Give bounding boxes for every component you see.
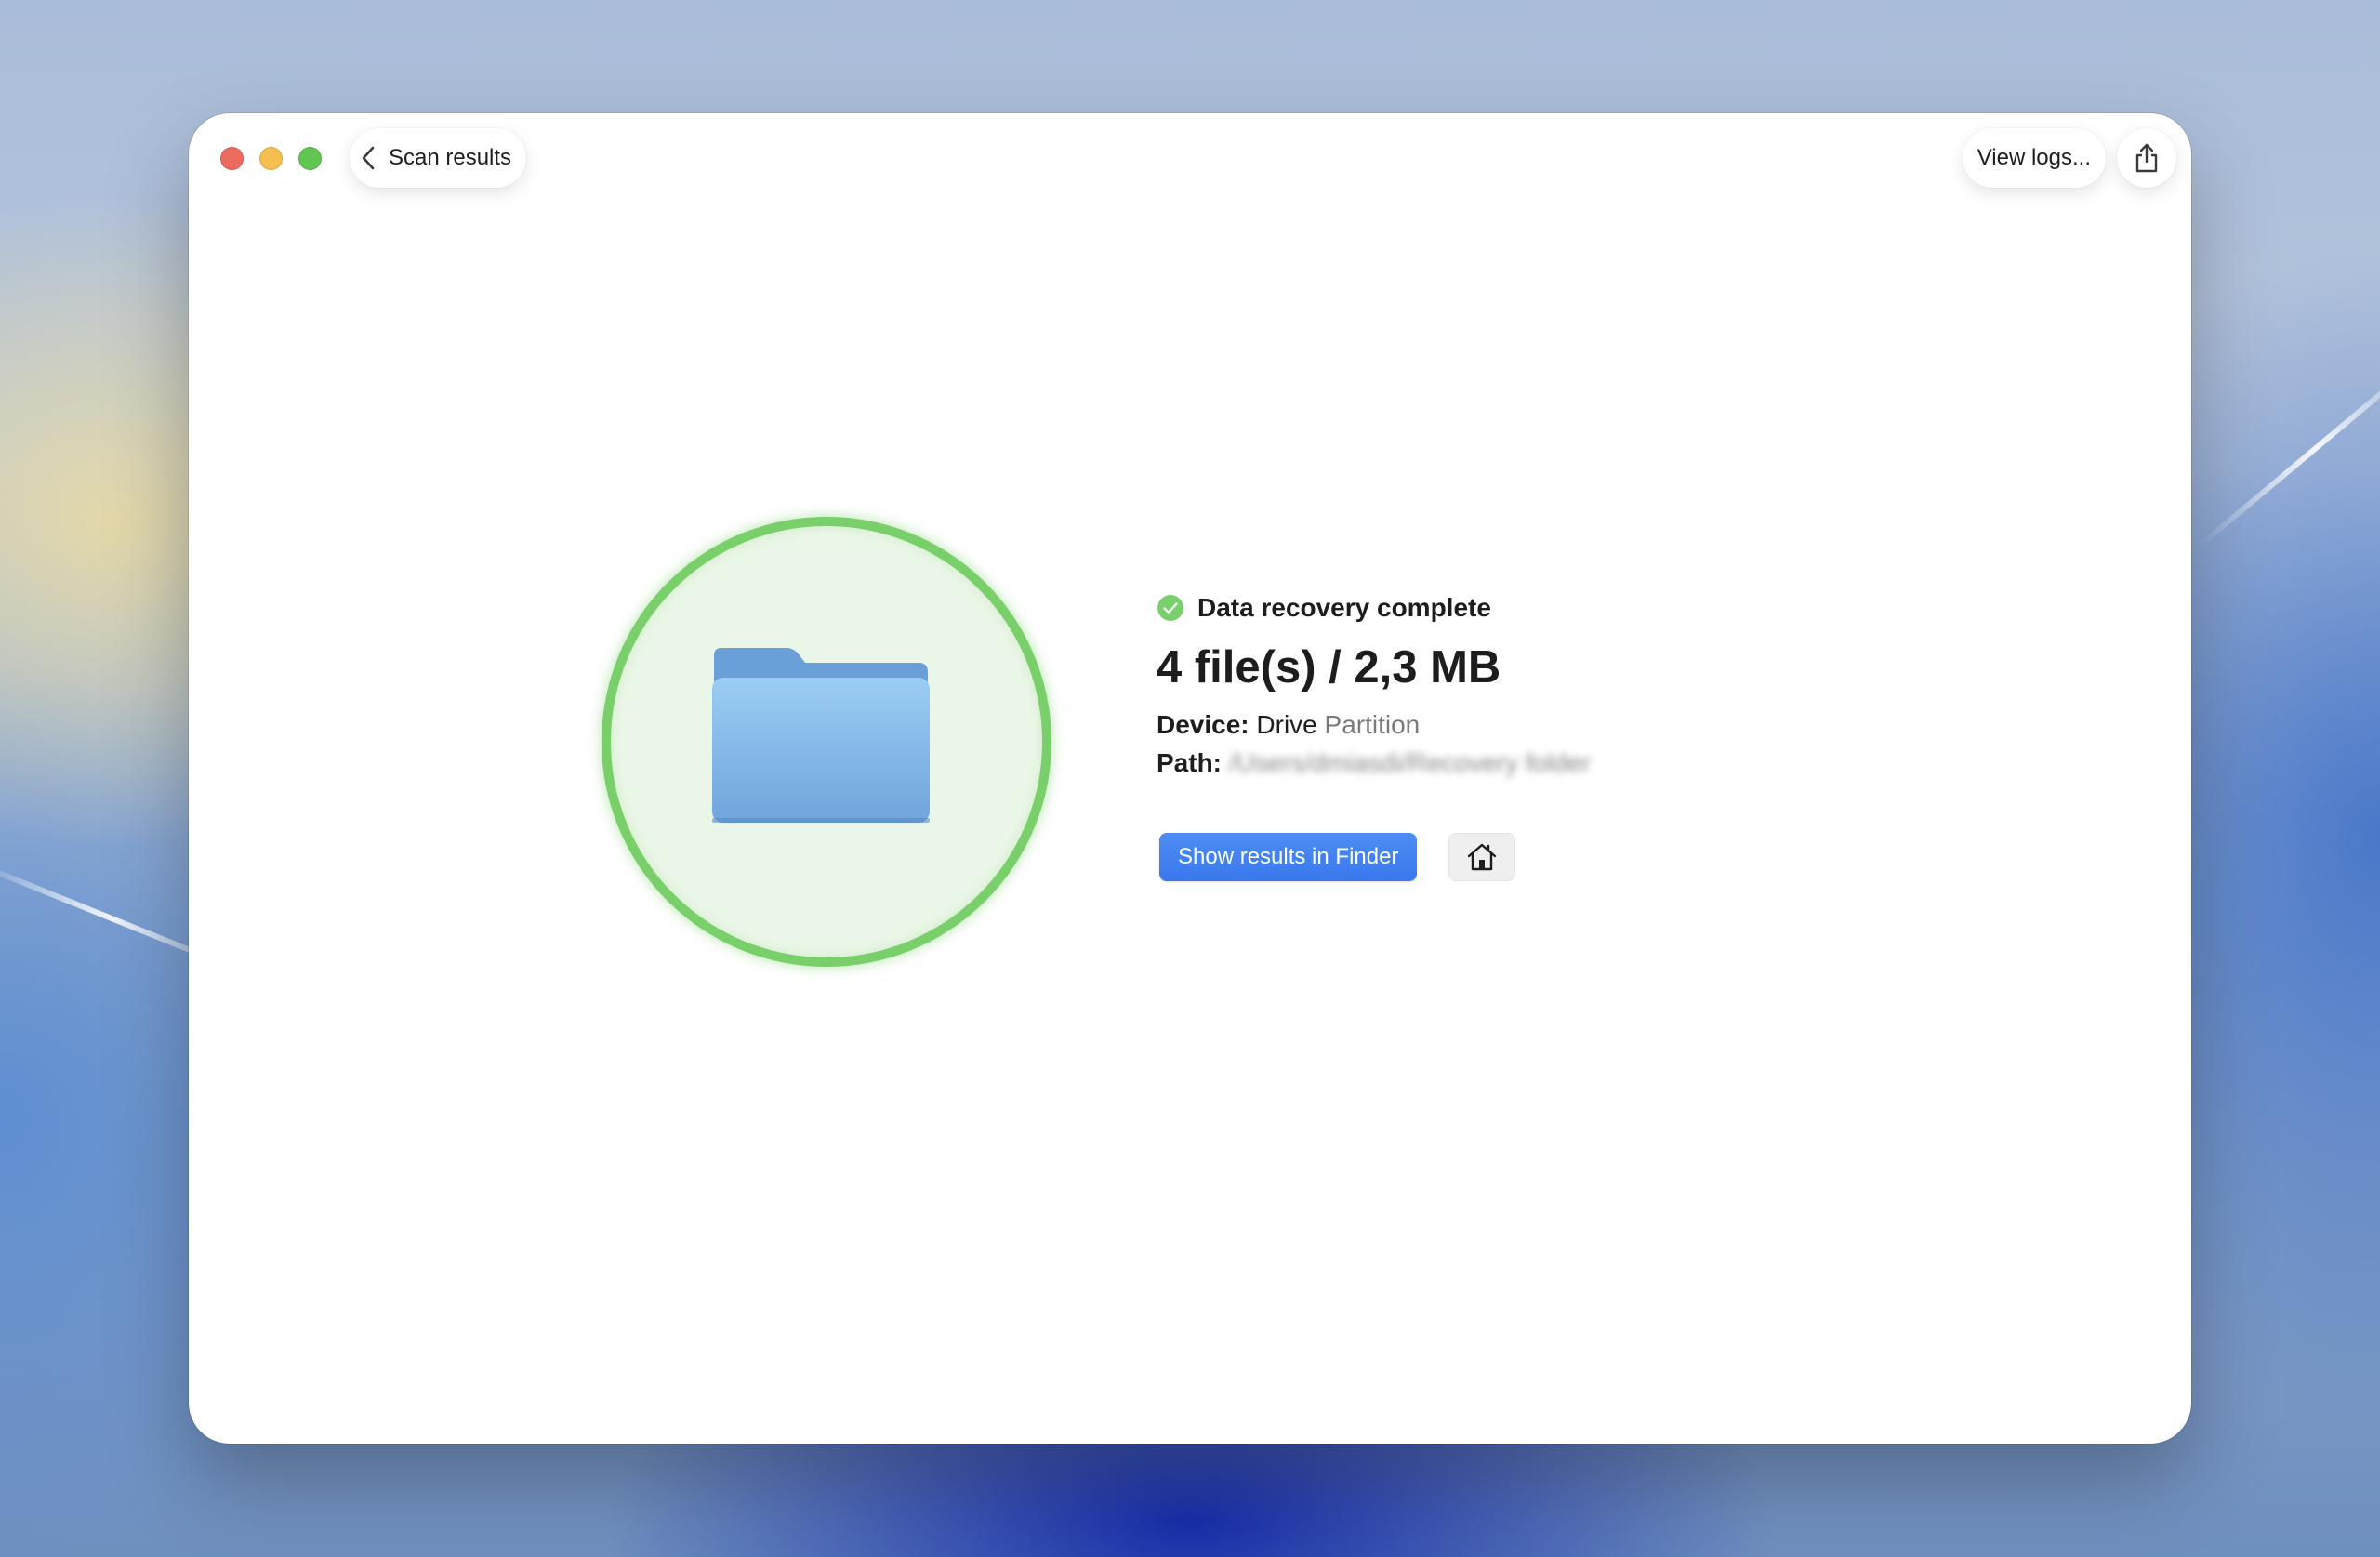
status-row: Data recovery complete (1157, 589, 1591, 627)
action-buttons: Show results in Finder (1159, 833, 1516, 881)
share-button[interactable] (2117, 128, 2176, 188)
chevron-left-icon (362, 146, 375, 170)
device-label: Device: (1157, 709, 1250, 739)
status-text: Data recovery complete (1197, 593, 1491, 622)
window-controls (220, 147, 322, 170)
folder-icon (712, 648, 930, 823)
share-icon (2135, 143, 2158, 173)
app-window: Scan results View logs... Data recovery … (189, 113, 2191, 1444)
path-row: Path: /Users/dmiasdi/Recovery folder (1157, 746, 1591, 779)
checkmark-circle-icon (1157, 595, 1183, 621)
show-results-in-finder-button[interactable]: Show results in Finder (1159, 833, 1418, 881)
path-label: Path: (1157, 747, 1222, 777)
device-type: Partition (1324, 709, 1421, 739)
back-button-label: Scan results (389, 145, 512, 170)
device-row: Device: Drive Partition (1157, 708, 1591, 741)
path-value: /Users/dmiasdi/Recovery folder (1228, 747, 1591, 777)
minimize-window-button[interactable] (259, 147, 283, 170)
toolbar-right: View logs... (1962, 128, 2176, 188)
wallpaper-streak (2199, 350, 2380, 548)
home-button[interactable] (1448, 833, 1516, 881)
recovery-summary: 4 file(s) / 2,3 MB (1157, 642, 1501, 693)
zoom-window-button[interactable] (298, 147, 322, 170)
device-name: Drive (1256, 709, 1317, 739)
view-logs-button[interactable]: View logs... (1962, 128, 2106, 188)
desktop-wallpaper: Scan results View logs... Data recovery … (0, 0, 2380, 1557)
recovery-info: Data recovery complete 4 file(s) / 2,3 M… (1157, 589, 1591, 779)
back-to-scan-results-button[interactable]: Scan results (350, 128, 527, 188)
home-icon (1468, 843, 1497, 871)
close-window-button[interactable] (220, 147, 244, 170)
